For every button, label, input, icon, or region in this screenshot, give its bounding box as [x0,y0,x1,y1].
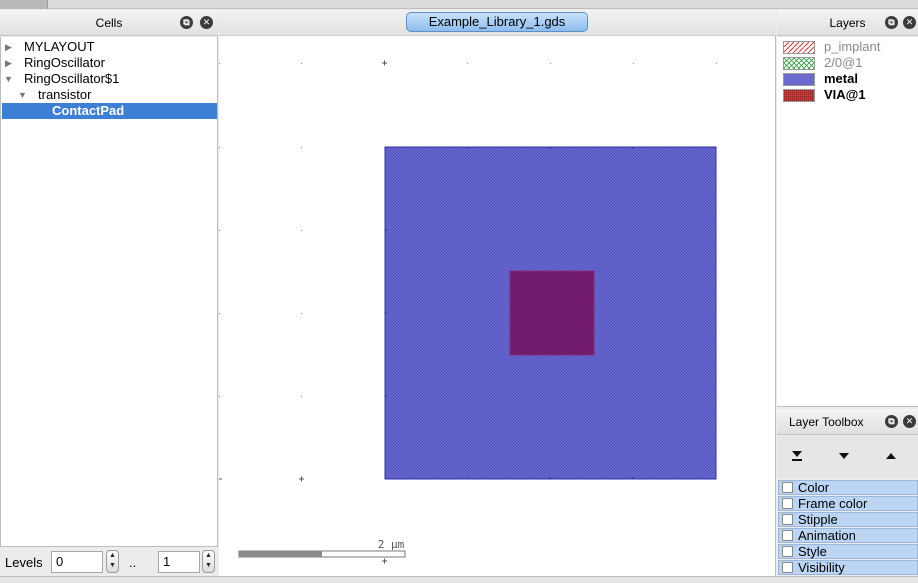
hatch-red-swatch-icon [783,41,815,54]
dots-red-swatch-icon [783,89,815,102]
cell-tree[interactable]: ▶ MYLAYOUT ▶ RingOscillator ▼ RingOscill… [0,37,218,547]
toolbox-section-color[interactable]: Color [778,480,918,495]
window-tab-nub[interactable] [0,0,48,9]
section-checkbox[interactable] [782,482,793,493]
layer-name: p_implant [824,39,881,54]
move-to-bottom-icon[interactable] [785,444,809,468]
layer-name: VIA@1 [824,87,866,102]
level-to-input[interactable]: 1 [158,551,200,573]
window-top-strip [0,0,918,9]
layer-toolbox-buttons [777,436,918,478]
close-panel-icon[interactable]: ✕ [200,16,213,29]
levels-bar: Levels 0 ▲ ▼ .. 1 ▲ ▼ [0,548,218,576]
document-tabs: Example_Library_1.gds [219,10,776,36]
section-checkbox[interactable] [782,562,793,573]
level-from-input[interactable]: 0 [51,551,103,573]
crosshatch-green-swatch-icon [783,57,815,70]
float-panel-icon[interactable]: ⧉ [885,415,898,428]
toolbox-section-style[interactable]: Style [778,544,918,559]
scale-bar: 2 µm [238,538,406,558]
tree-item-ringoscillator[interactable]: ▶ RingOscillator [2,55,217,71]
via-shape[interactable] [509,270,595,356]
layers-panel-title: Layers [829,16,866,30]
collapse-arrow-icon[interactable]: ▼ [4,71,13,87]
layout-view[interactable]: 2 µm [219,36,776,576]
layer-toolbox-sections: Color Frame color Stipple Animation Styl… [777,479,918,576]
level-from-stepper[interactable]: ▲ ▼ [106,550,119,573]
layer-list[interactable]: p_implant 2/0@1 metal VIA@1 [777,37,918,407]
layer-toolbox-header: Layer Toolbox ⧉ ✕ [777,409,918,435]
float-panel-icon[interactable]: ⧉ [180,16,193,29]
app-window: Cells ⧉ ✕ ▶ MYLAYOUT ▶ RingOscillator ▼ … [0,0,918,583]
toolbox-section-frame-color[interactable]: Frame color [778,496,918,511]
cells-panel-header: Cells ⧉ ✕ [0,10,218,36]
layer-row-p-implant[interactable]: p_implant [783,39,917,55]
level-to-stepper[interactable]: ▲ ▼ [202,550,215,573]
tree-item-contactpad[interactable]: ContactPad [2,103,217,119]
layout-canvas-area[interactable]: Example_Library_1.gds 2 µm [219,10,776,576]
section-checkbox[interactable] [782,546,793,557]
close-panel-icon[interactable]: ✕ [903,16,916,29]
move-down-icon[interactable] [832,444,856,468]
layers-panel-header: Layers ⧉ ✕ [777,10,918,36]
layer-row-via[interactable]: VIA@1 [783,87,917,103]
close-panel-icon[interactable]: ✕ [903,415,916,428]
cells-panel-title: Cells [95,16,123,30]
layer-name: 2/0@1 [824,55,863,70]
layer-name: metal [824,71,858,86]
layer-row-2-0[interactable]: 2/0@1 [783,55,917,71]
section-checkbox[interactable] [782,514,793,525]
document-tab[interactable]: Example_Library_1.gds [406,12,588,32]
grid-crosses [219,60,387,564]
collapse-arrow-icon[interactable]: ▼ [18,87,27,103]
toolbox-section-animation[interactable]: Animation [778,528,918,543]
layer-row-metal[interactable]: metal [783,71,917,87]
expand-arrow-icon[interactable]: ▶ [5,39,12,55]
toolbox-section-stipple[interactable]: Stipple [778,512,918,527]
tree-item-transistor[interactable]: ▼ transistor [2,87,217,103]
toolbox-section-visibility[interactable]: Visibility [778,560,918,575]
float-panel-icon[interactable]: ⧉ [885,16,898,29]
status-bar [0,576,918,583]
section-checkbox[interactable] [782,530,793,541]
layer-toolbox-title: Layer Toolbox [789,415,864,429]
solid-blue-swatch-icon [783,73,815,86]
levels-label: Levels [5,555,43,570]
tree-item-ringoscillator-1[interactable]: ▼ RingOscillator$1 [2,71,217,87]
scale-label: 2 µm [378,538,405,551]
expand-arrow-icon[interactable]: ▶ [5,55,12,71]
section-checkbox[interactable] [782,498,793,509]
levels-separator: .. [129,555,137,570]
tree-item-mylayout[interactable]: ▶ MYLAYOUT [2,39,217,55]
move-up-icon[interactable] [879,444,903,468]
